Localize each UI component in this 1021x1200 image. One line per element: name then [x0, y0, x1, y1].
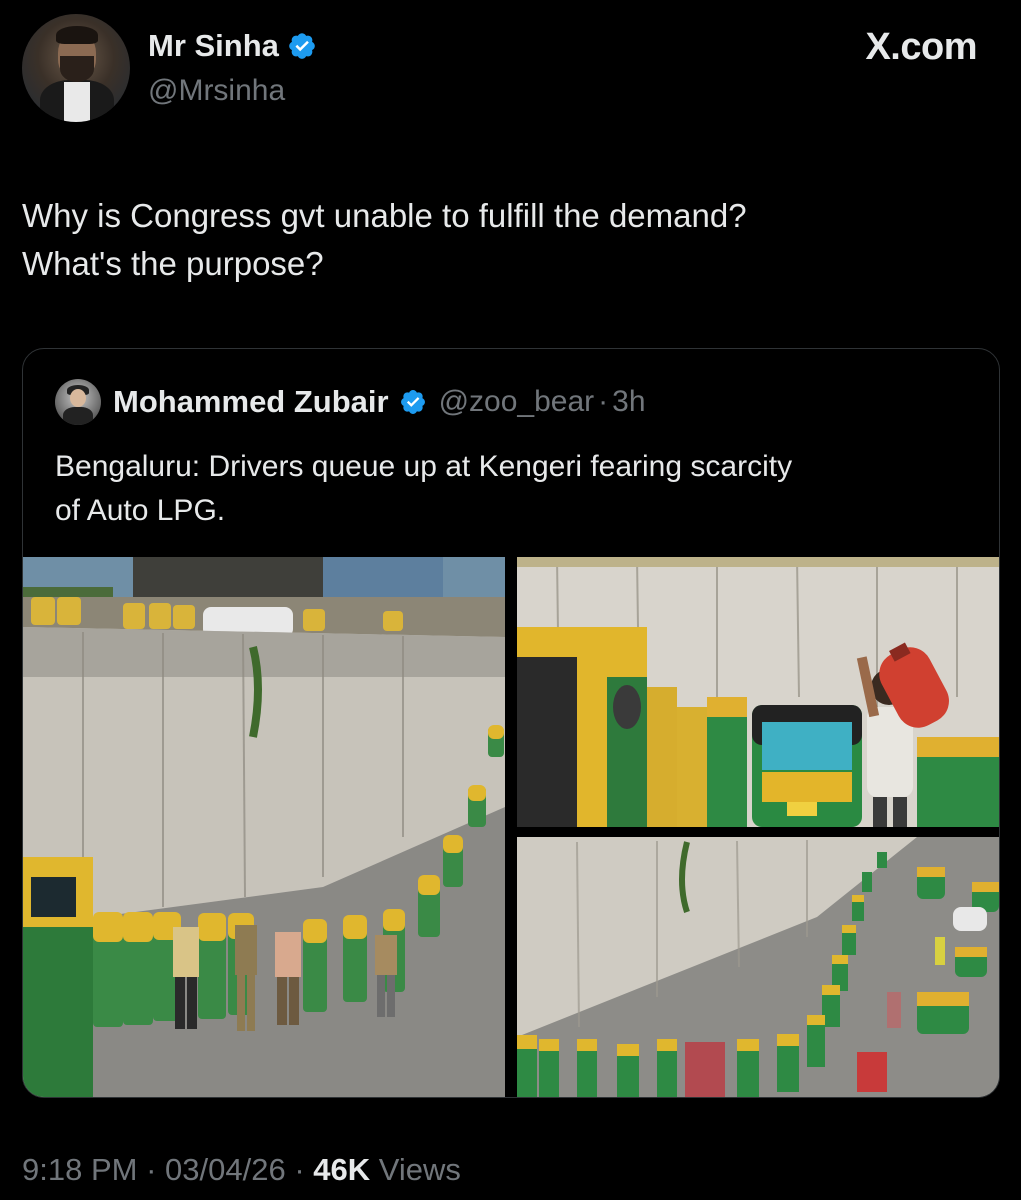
author-name-row: Mr Sinha	[148, 28, 317, 64]
author-handle[interactable]: @Mrsinha	[148, 74, 285, 108]
x-com-watermark: X.com	[865, 26, 977, 68]
quoted-text: Bengaluru: Drivers queue up at Kengeri f…	[55, 445, 985, 533]
quoted-avatar[interactable]	[55, 379, 101, 425]
tweet-meta: 9:18 PM · 03/04/26 · 46K Views	[22, 1152, 461, 1188]
views-count: 46K	[313, 1152, 371, 1187]
author-display-name[interactable]: Mr Sinha	[148, 28, 279, 64]
quoted-photo-1[interactable]	[23, 557, 505, 1097]
quoted-text-line: Bengaluru: Drivers queue up at Kengeri f…	[55, 450, 793, 483]
author-avatar[interactable]	[22, 14, 130, 122]
quoted-header: Mohammed Zubair @zoo_bear · 3h	[55, 379, 646, 425]
quoted-handle[interactable]: @zoo_bear	[439, 385, 595, 419]
meta-separator: ·	[146, 1152, 157, 1187]
verified-badge-icon	[289, 33, 315, 59]
tweet-text-line: What's the purpose?	[22, 245, 324, 282]
tweet-time[interactable]: 9:18 PM	[22, 1152, 137, 1187]
meta-separator: ·	[294, 1152, 305, 1187]
quoted-separator: ·	[598, 385, 609, 418]
photo-scene-queue	[23, 557, 505, 1097]
tweet-date[interactable]: 03/04/26	[165, 1152, 286, 1187]
photo-scene-road	[517, 837, 999, 1097]
tweet-text: Why is Congress gvt unable to fulfill th…	[22, 192, 982, 288]
photo-scene-cylinder	[517, 557, 999, 827]
views-label: Views	[378, 1152, 461, 1187]
quoted-text-line: of Auto LPG.	[55, 494, 226, 527]
quoted-display-name[interactable]: Mohammed Zubair	[113, 384, 389, 420]
quoted-photo-2[interactable]	[517, 557, 999, 827]
quoted-photo-3[interactable]	[517, 837, 999, 1097]
quoted-age[interactable]: 3h	[612, 385, 645, 419]
verified-badge-icon	[400, 390, 425, 414]
quoted-tweet-card[interactable]: Mohammed Zubair @zoo_bear · 3h Bengaluru…	[22, 348, 1000, 1098]
tweet-text-line: Why is Congress gvt unable to fulfill th…	[22, 197, 747, 234]
